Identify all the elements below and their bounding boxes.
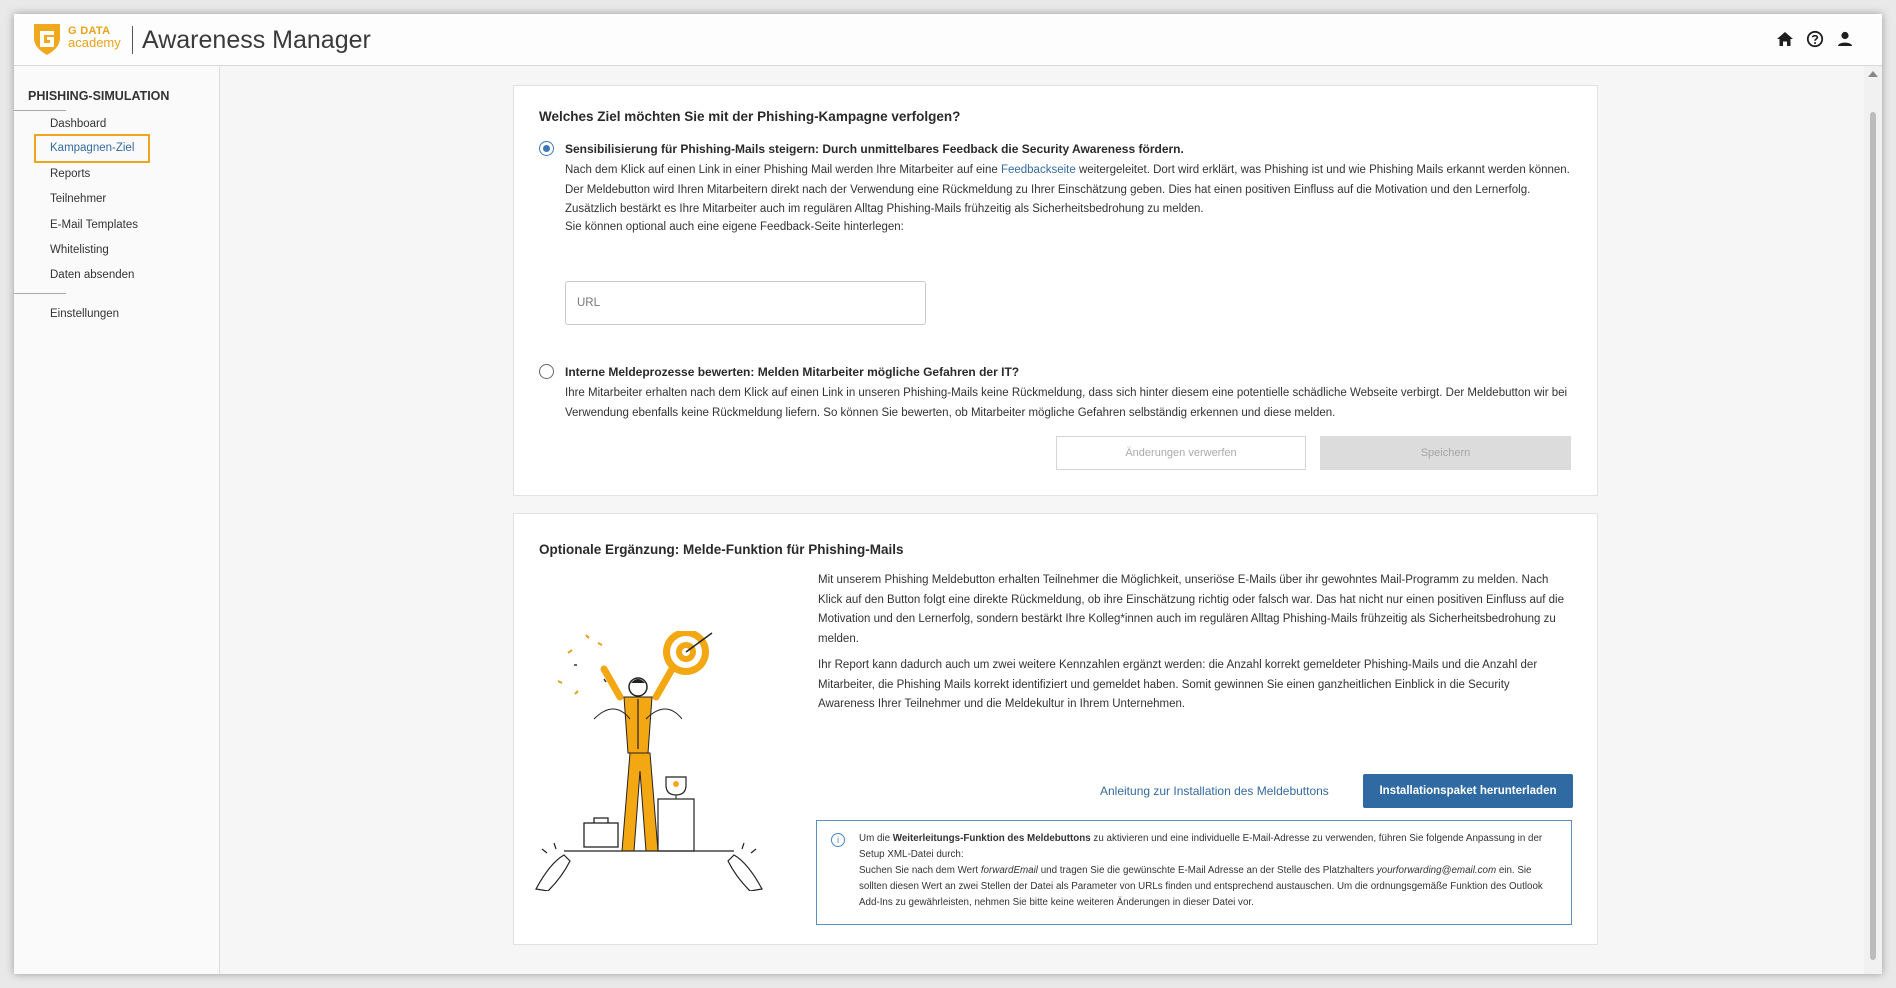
sidebar-item-whitelisting[interactable]: Whitelisting	[50, 244, 109, 256]
sidebar: PHISHING-SIMULATION Dashboard Kampagnen-…	[14, 66, 220, 974]
download-install-package-button[interactable]: Installationspaket herunterladen	[1363, 774, 1573, 808]
scroll-up-arrow-icon[interactable]	[1868, 71, 1878, 77]
sidebar-item-einstellungen[interactable]: Einstellungen	[50, 308, 119, 320]
campaign-goal-title: Welches Ziel möchten Sie mit der Phishin…	[539, 109, 961, 124]
sidebar-item-kampagnen-ziel[interactable]: Kampagnen-Ziel	[34, 134, 151, 163]
app-title: Awareness Manager	[142, 26, 371, 54]
report-button-title: Optionale Ergänzung: Melde-Funktion für …	[539, 542, 904, 557]
discard-changes-button[interactable]: Änderungen verwerfen	[1056, 436, 1306, 470]
sidebar-item-daten-absenden[interactable]: Daten absenden	[50, 269, 134, 281]
sidebar-item-email-templates[interactable]: E-Mail Templates	[50, 219, 138, 231]
option-awareness-label[interactable]: Sensibilisierung für Phishing-Mails stei…	[565, 142, 1184, 156]
sidebar-item-dashboard[interactable]: Dashboard	[50, 118, 106, 130]
success-illustration-icon	[535, 631, 763, 891]
option-reporting-label[interactable]: Interne Meldeprozesse bewerten: Melden M…	[565, 365, 1019, 379]
info-text: und tragen Sie die gewünschte E-Mail Adr…	[1037, 865, 1377, 876]
optional-feedback-hint: Sie können optional auch eine eigene Fee…	[565, 221, 904, 233]
sidebar-heading: PHISHING-SIMULATION	[28, 89, 170, 103]
brand-separator	[132, 26, 133, 54]
report-button-description-1: Mit unserem Phishing Meldebutton erhalte…	[818, 574, 1565, 645]
info-text: Suchen Sie nach dem Wert	[859, 865, 981, 876]
sidebar-divider	[14, 110, 66, 111]
install-guide-link[interactable]: Anleitung zur Installation des Meldebutt…	[1100, 784, 1329, 798]
sidebar-item-teilnehmer[interactable]: Teilnehmer	[50, 193, 106, 205]
info-text-italic: yourforwarding@email.com	[1376, 865, 1497, 876]
scroll-thumb[interactable]	[1870, 112, 1876, 960]
info-text: Um die	[859, 833, 893, 844]
option-reporting-description: Ihre Mitarbeiter erhalten nach dem Klick…	[565, 387, 1568, 419]
description-text: Nach dem Klick auf einen Link in einer P…	[565, 164, 1001, 176]
brand-line-2: academy	[68, 35, 121, 50]
option-reporting-radio[interactable]	[539, 364, 554, 379]
feedback-page-link[interactable]: Feedbackseite	[1001, 164, 1076, 176]
option-awareness-description: Nach dem Klick auf einen Link in einer P…	[565, 161, 1575, 220]
sidebar-divider	[14, 293, 66, 294]
main-content: Welches Ziel möchten Sie mit der Phishin…	[220, 66, 1864, 974]
info-text-bold: Weiterleitungs-Funktion des Meldebuttons	[892, 833, 1091, 844]
app-window: G DATA academy Awareness Manager PHISHIN…	[14, 14, 1882, 974]
save-button[interactable]: Speichern	[1320, 436, 1571, 470]
option-awareness-radio[interactable]	[539, 141, 554, 156]
feedback-url-input[interactable]	[565, 281, 926, 325]
header-icons	[1776, 30, 1854, 48]
brand-wordmark: G DATA academy	[68, 25, 121, 49]
report-button-card: Optionale Ergänzung: Melde-Funktion für …	[513, 513, 1598, 945]
campaign-goal-card: Welches Ziel möchten Sie mit der Phishin…	[513, 85, 1598, 496]
info-text-italic: forwardEmail	[980, 865, 1038, 876]
forwarding-info-box: i Um die Weiterleitungs-Funktion des Mel…	[816, 820, 1572, 925]
g-data-logo-icon	[34, 24, 60, 55]
report-button-description-2: Ihr Report kann dadurch auch um zwei wei…	[818, 659, 1538, 710]
home-icon[interactable]	[1776, 30, 1794, 48]
info-icon: i	[831, 833, 845, 847]
top-bar: G DATA academy Awareness Manager	[14, 14, 1882, 66]
sidebar-item-reports[interactable]: Reports	[50, 168, 90, 180]
user-icon[interactable]	[1836, 30, 1854, 48]
help-icon[interactable]	[1806, 30, 1824, 48]
page-scrollbar[interactable]	[1864, 66, 1882, 974]
